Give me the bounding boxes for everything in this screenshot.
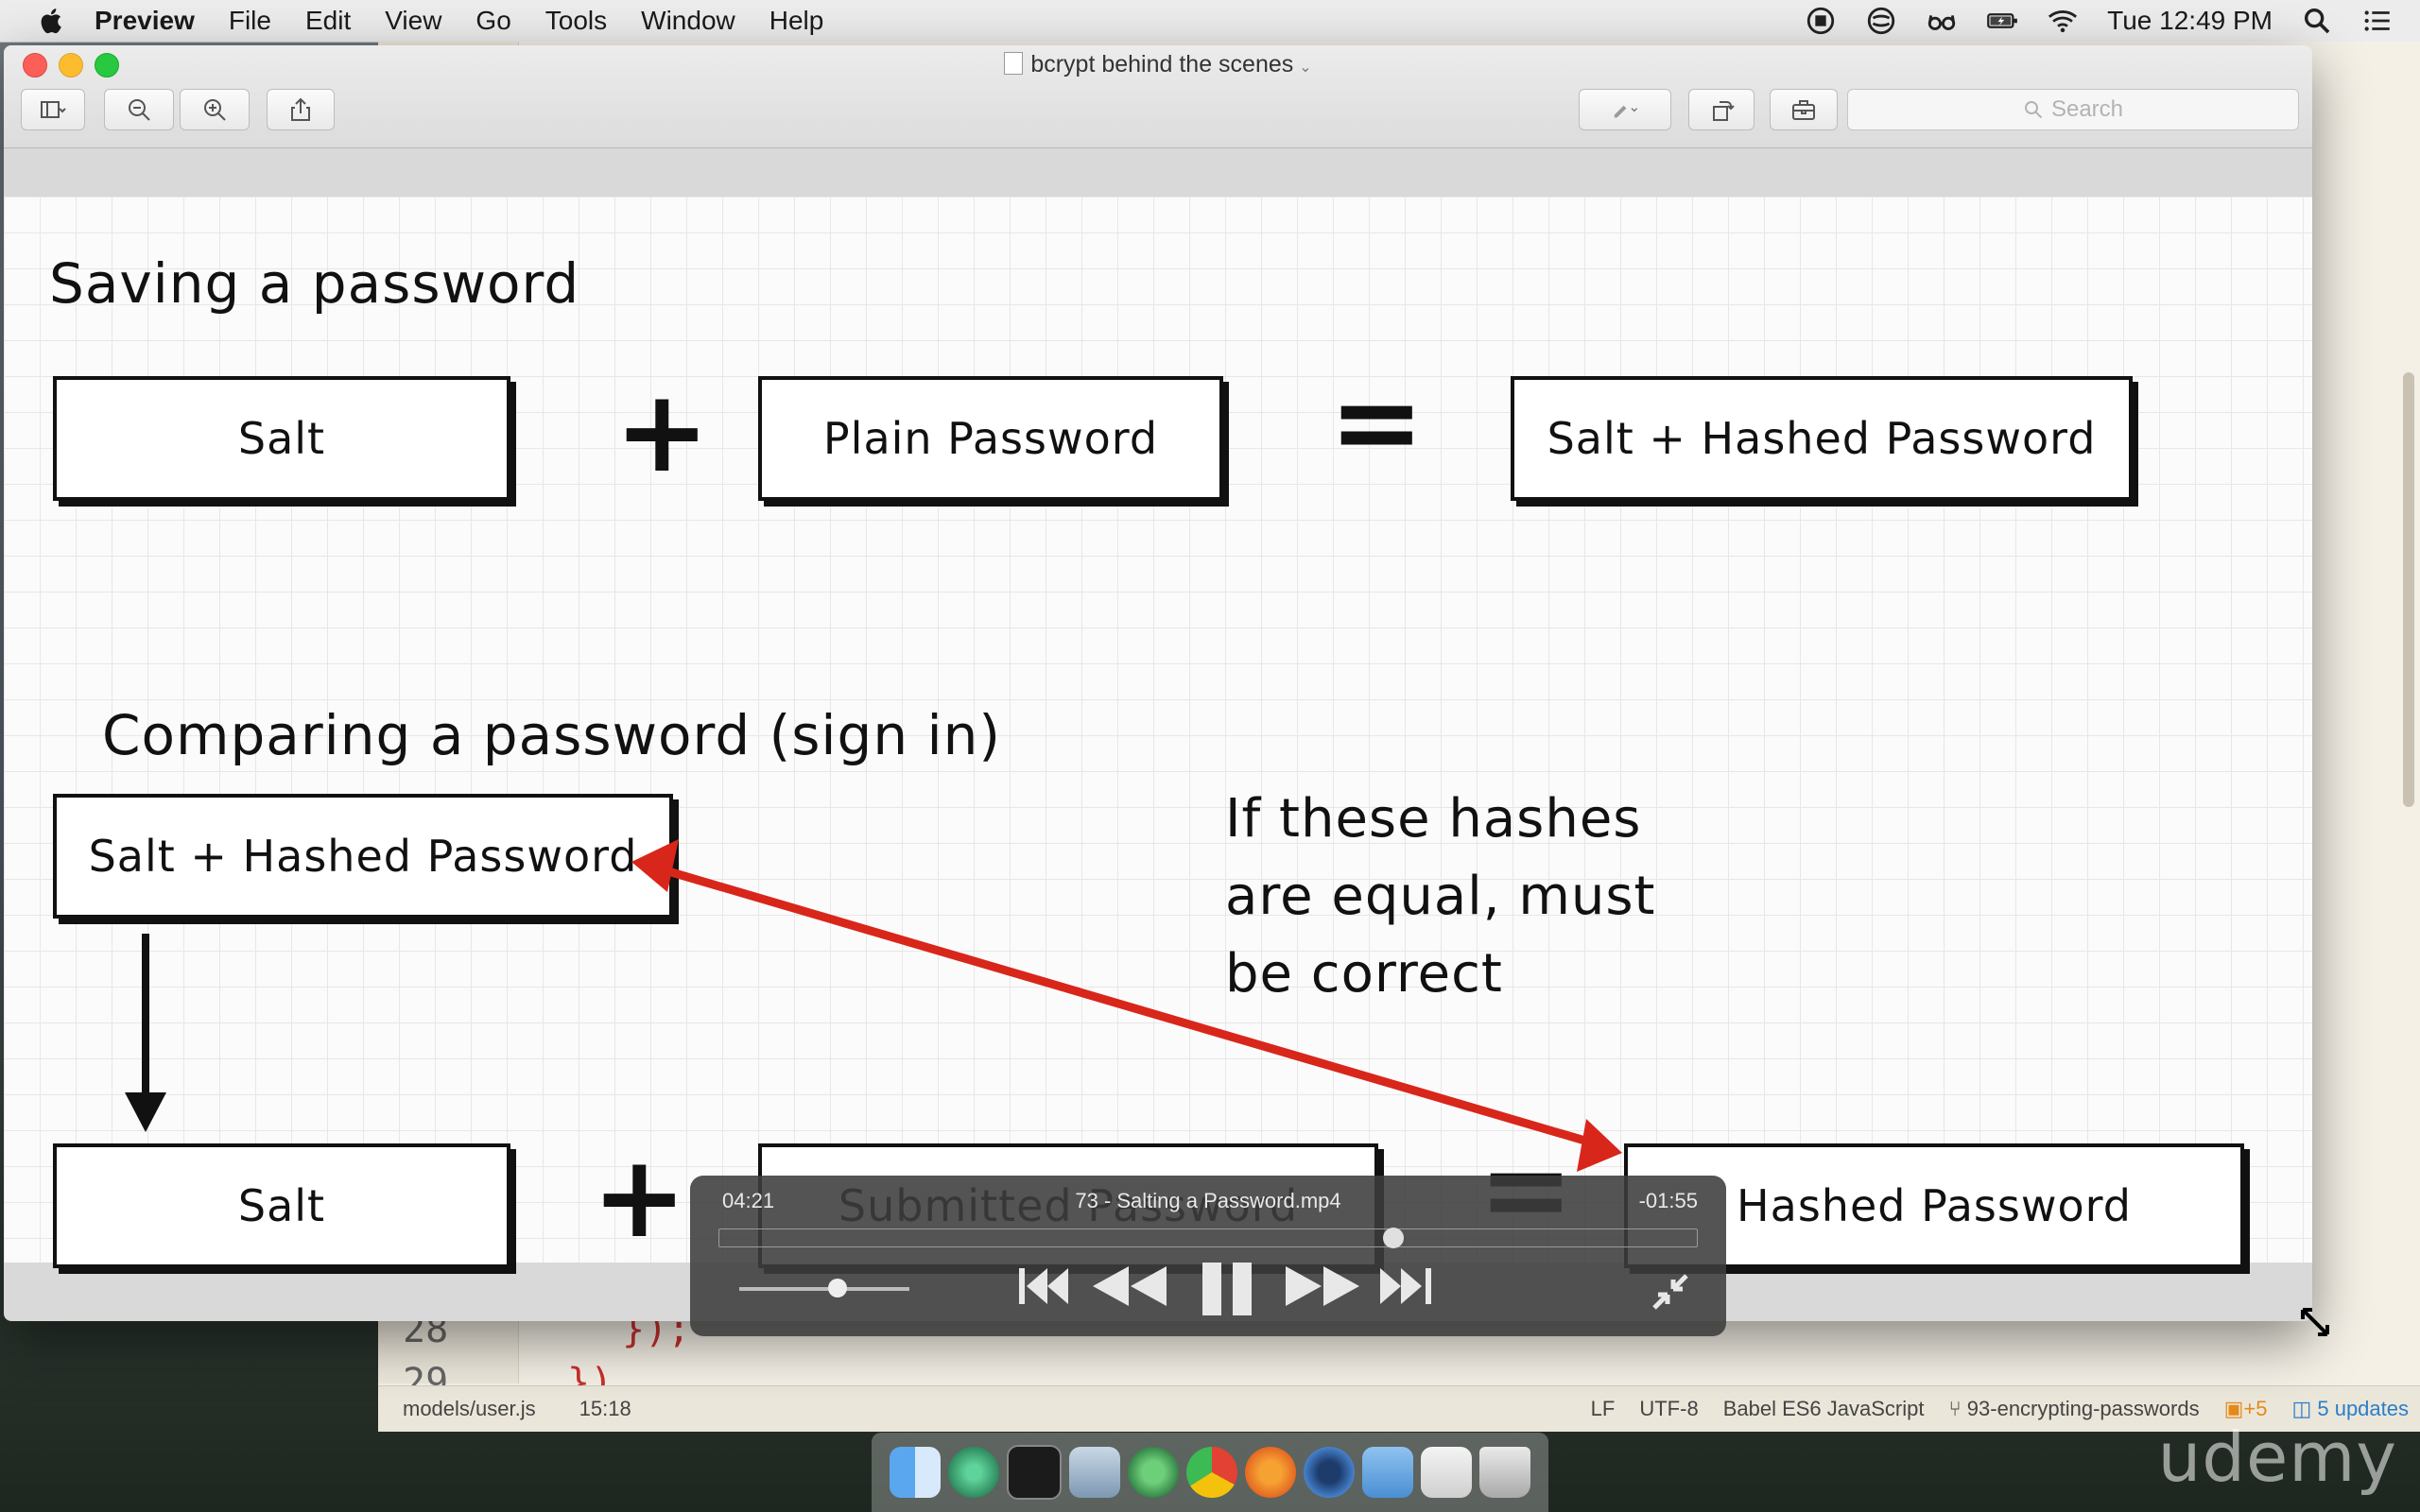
menu-view[interactable]: View [385, 6, 441, 36]
chevron-down-icon: ⌄ [1299, 60, 1312, 76]
search-input[interactable]: Search [1847, 89, 2299, 130]
remaining-time: -01:55 [1638, 1189, 1698, 1212]
rotate-button[interactable] [1688, 89, 1754, 130]
pause-icon [1202, 1263, 1252, 1315]
share-icon [291, 97, 310, 121]
window-title[interactable]: bcrypt behind the scenes ⌄ [4, 51, 2312, 78]
rotate-icon [1713, 101, 1735, 121]
zoom-out-button[interactable] [104, 89, 174, 130]
menu-tools[interactable]: Tools [545, 6, 607, 36]
atom-icon[interactable] [948, 1447, 999, 1498]
chrome-icon[interactable] [1186, 1447, 1237, 1498]
volume-slider[interactable] [739, 1279, 909, 1297]
skip-back-icon [1019, 1268, 1068, 1304]
search-icon [2024, 101, 2043, 119]
zoom-out-icon [129, 99, 150, 121]
dock [872, 1433, 1548, 1512]
rewind-icon [1093, 1266, 1167, 1306]
diagram-arrows [125, 839, 1622, 1172]
screen-record-icon[interactable] [1805, 5, 1837, 37]
exit-fullscreen-icon [1652, 1274, 1688, 1310]
menu-window[interactable]: Window [641, 6, 735, 36]
finder-icon[interactable] [890, 1447, 941, 1498]
glasses-icon[interactable] [1926, 5, 1958, 37]
progress-bar[interactable] [718, 1228, 1698, 1248]
menu-edit[interactable]: Edit [305, 6, 351, 36]
down-arrow [125, 934, 166, 1132]
status-line-ending[interactable]: LF [1591, 1397, 1616, 1421]
pause-button[interactable] [1195, 1263, 1261, 1320]
markup-pen-icon [1614, 105, 1638, 118]
slide-page: Saving a password Salt + Plain Password … [4, 197, 2312, 1268]
status-cursor-position[interactable]: 15:18 [579, 1397, 631, 1421]
terminal-icon[interactable] [1007, 1445, 1062, 1500]
hash-compare-arrow [631, 839, 1622, 1172]
skip-forward-button[interactable] [1376, 1263, 1439, 1314]
exit-fullscreen-button[interactable] [1649, 1270, 1692, 1318]
zoom-in-icon [204, 99, 226, 121]
plus-sign: + [592, 1132, 687, 1263]
toolbox-button[interactable] [1770, 89, 1838, 130]
resize-cursor-icon [2301, 1308, 2329, 1336]
fast-forward-icon [1286, 1266, 1359, 1306]
box-salt: Salt [53, 1143, 510, 1268]
sidebar-toggle-icon [41, 101, 66, 118]
toolbox-icon [1792, 100, 1815, 120]
menu-file[interactable]: File [229, 6, 271, 36]
document-icon [1004, 52, 1024, 75]
menubar-clock[interactable]: Tue 12:49 PM [2107, 6, 2273, 36]
sourcetree-icon[interactable] [1128, 1447, 1179, 1498]
fast-forward-button[interactable] [1282, 1263, 1363, 1314]
status-file-path[interactable]: models/user.js [403, 1397, 536, 1421]
apple-menu-icon[interactable] [36, 5, 68, 37]
preview-window: bcrypt behind the scenes ⌄ Search Saving… [4, 45, 2312, 1321]
playhead-knob[interactable] [1383, 1228, 1405, 1248]
sidebar-toggle-button[interactable] [21, 89, 85, 130]
wifi-icon[interactable] [2047, 5, 2079, 37]
skip-forward-icon [1380, 1268, 1431, 1304]
sync-icon[interactable] [1865, 5, 1897, 37]
quicktime-icon[interactable] [1304, 1447, 1355, 1498]
git-branch-icon: ⑂ [1948, 1397, 1967, 1420]
editor-scrollbar[interactable] [2403, 372, 2414, 807]
window-title-text: bcrypt behind the scenes [1030, 51, 1294, 77]
video-player-controls[interactable]: 04:21 73 - Salting a Password.mp4 -01:55 [690, 1176, 1726, 1336]
preview-icon[interactable] [1069, 1447, 1120, 1498]
status-encoding[interactable]: UTF-8 [1639, 1397, 1698, 1421]
udemy-watermark: udemy [2157, 1418, 2397, 1497]
menu-bar: Preview File Edit View Go Tools Window H… [0, 0, 2420, 43]
sketch-icon[interactable] [1245, 1447, 1296, 1498]
folder-icon[interactable] [1362, 1447, 1413, 1498]
menu-go[interactable]: Go [475, 6, 510, 36]
video-file-name: 73 - Salting a Password.mp4 [1075, 1189, 1341, 1212]
mail-icon[interactable] [1421, 1447, 1472, 1498]
menu-app-preview[interactable]: Preview [95, 6, 195, 36]
notification-center-icon[interactable] [2361, 5, 2394, 37]
rewind-button[interactable] [1091, 1263, 1172, 1314]
skip-back-button[interactable] [1017, 1263, 1074, 1314]
trash-icon[interactable] [1479, 1447, 1530, 1498]
editor-status-bar: models/user.js 15:18 LF UTF-8 Babel ES6 … [378, 1385, 2420, 1432]
spotlight-search-icon[interactable] [2301, 5, 2333, 37]
window-titlebar[interactable]: bcrypt behind the scenes ⌄ Search [4, 45, 2312, 148]
search-placeholder: Search [2050, 96, 2124, 122]
status-grammar[interactable]: Babel ES6 JavaScript [1723, 1397, 1925, 1421]
menu-help[interactable]: Help [769, 6, 824, 36]
battery-icon[interactable] [1986, 5, 2018, 37]
share-button[interactable] [267, 89, 335, 130]
zoom-in-button[interactable] [180, 89, 250, 130]
volume-knob[interactable] [828, 1279, 848, 1297]
markup-button[interactable] [1579, 89, 1671, 130]
